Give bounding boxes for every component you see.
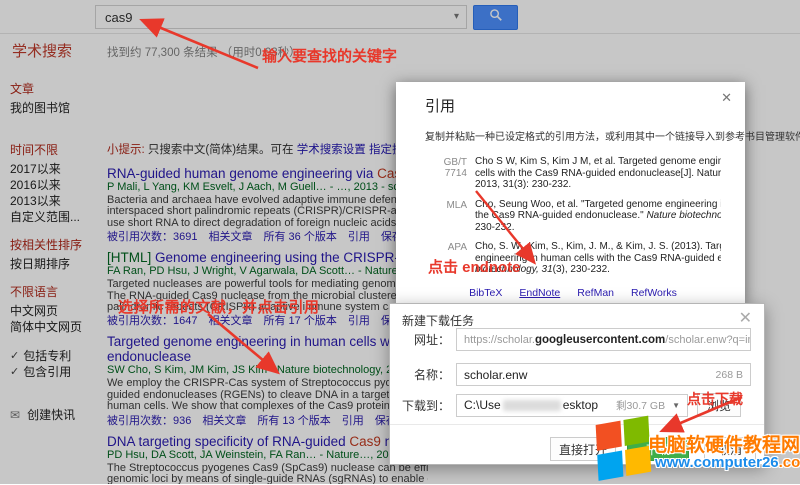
filename-field[interactable]: scholar.enw 268 B: [456, 363, 751, 386]
file-size: 268 B: [716, 369, 743, 381]
citation-export-links: BibTeX EndNote RefMan RefWorks: [425, 287, 721, 299]
filename-label: 名称：: [398, 366, 450, 383]
endnote-link[interactable]: EndNote: [519, 287, 560, 299]
save-path-field[interactable]: C:\Useesktop 剩30.7 GB ▼: [456, 394, 688, 417]
bibtex-link[interactable]: BibTeX: [469, 287, 502, 299]
annotation-select-literature: 选择所需的文献，并点击引用: [118, 296, 320, 317]
citation-text: Cho, Seung Woo, et al. "Targeted genome …: [475, 199, 721, 234]
refman-link[interactable]: RefMan: [577, 287, 614, 299]
windows-logo-icon: [596, 415, 655, 485]
citation-dialog-description: 复制并粘贴一种已设定格式的引用方法，或利用其中一个链接导入到参考书目管理软件中。: [425, 128, 721, 143]
annotation-click-endnote: 点击 endnote: [428, 256, 521, 277]
citation-text: Cho S W, Kim S, Kim J M, et al. Targeted…: [475, 156, 721, 191]
close-icon[interactable]: ✕: [739, 308, 752, 328]
watermark-url: www.computer26.com: [655, 454, 800, 471]
download-dialog-title: 新建下载任务: [402, 312, 474, 329]
dialog-footer-divider: [390, 424, 764, 425]
url-label: 网址：: [398, 331, 450, 348]
close-icon[interactable]: ✕: [721, 90, 732, 106]
watermark-site-name: 电脑软硬件教程网: [648, 430, 800, 457]
chevron-down-icon[interactable]: ▼: [672, 401, 680, 410]
free-space: 剩30.7 GB: [616, 398, 665, 413]
save-path-label: 下载到：: [398, 397, 450, 414]
citation-mla-row: MLA Cho, Seung Woo, et al. "Targeted gen…: [425, 199, 721, 234]
url-field[interactable]: https://scholar.googleusercontent.com/sc…: [456, 328, 751, 351]
citation-gbt-row: GB/T 7714 Cho S W, Kim S, Kim J M, et al…: [425, 156, 721, 191]
annotation-click-download: 点击下载: [687, 389, 743, 409]
citation-format-label: MLA: [425, 199, 475, 234]
refworks-link[interactable]: RefWorks: [631, 287, 677, 299]
citation-format-label: GB/T 7714: [425, 156, 475, 191]
citation-dialog-title: 引用: [425, 95, 721, 116]
annotation-enter-keyword: 输入要查找的关键字: [262, 45, 397, 66]
redacted-blur: [503, 400, 561, 411]
